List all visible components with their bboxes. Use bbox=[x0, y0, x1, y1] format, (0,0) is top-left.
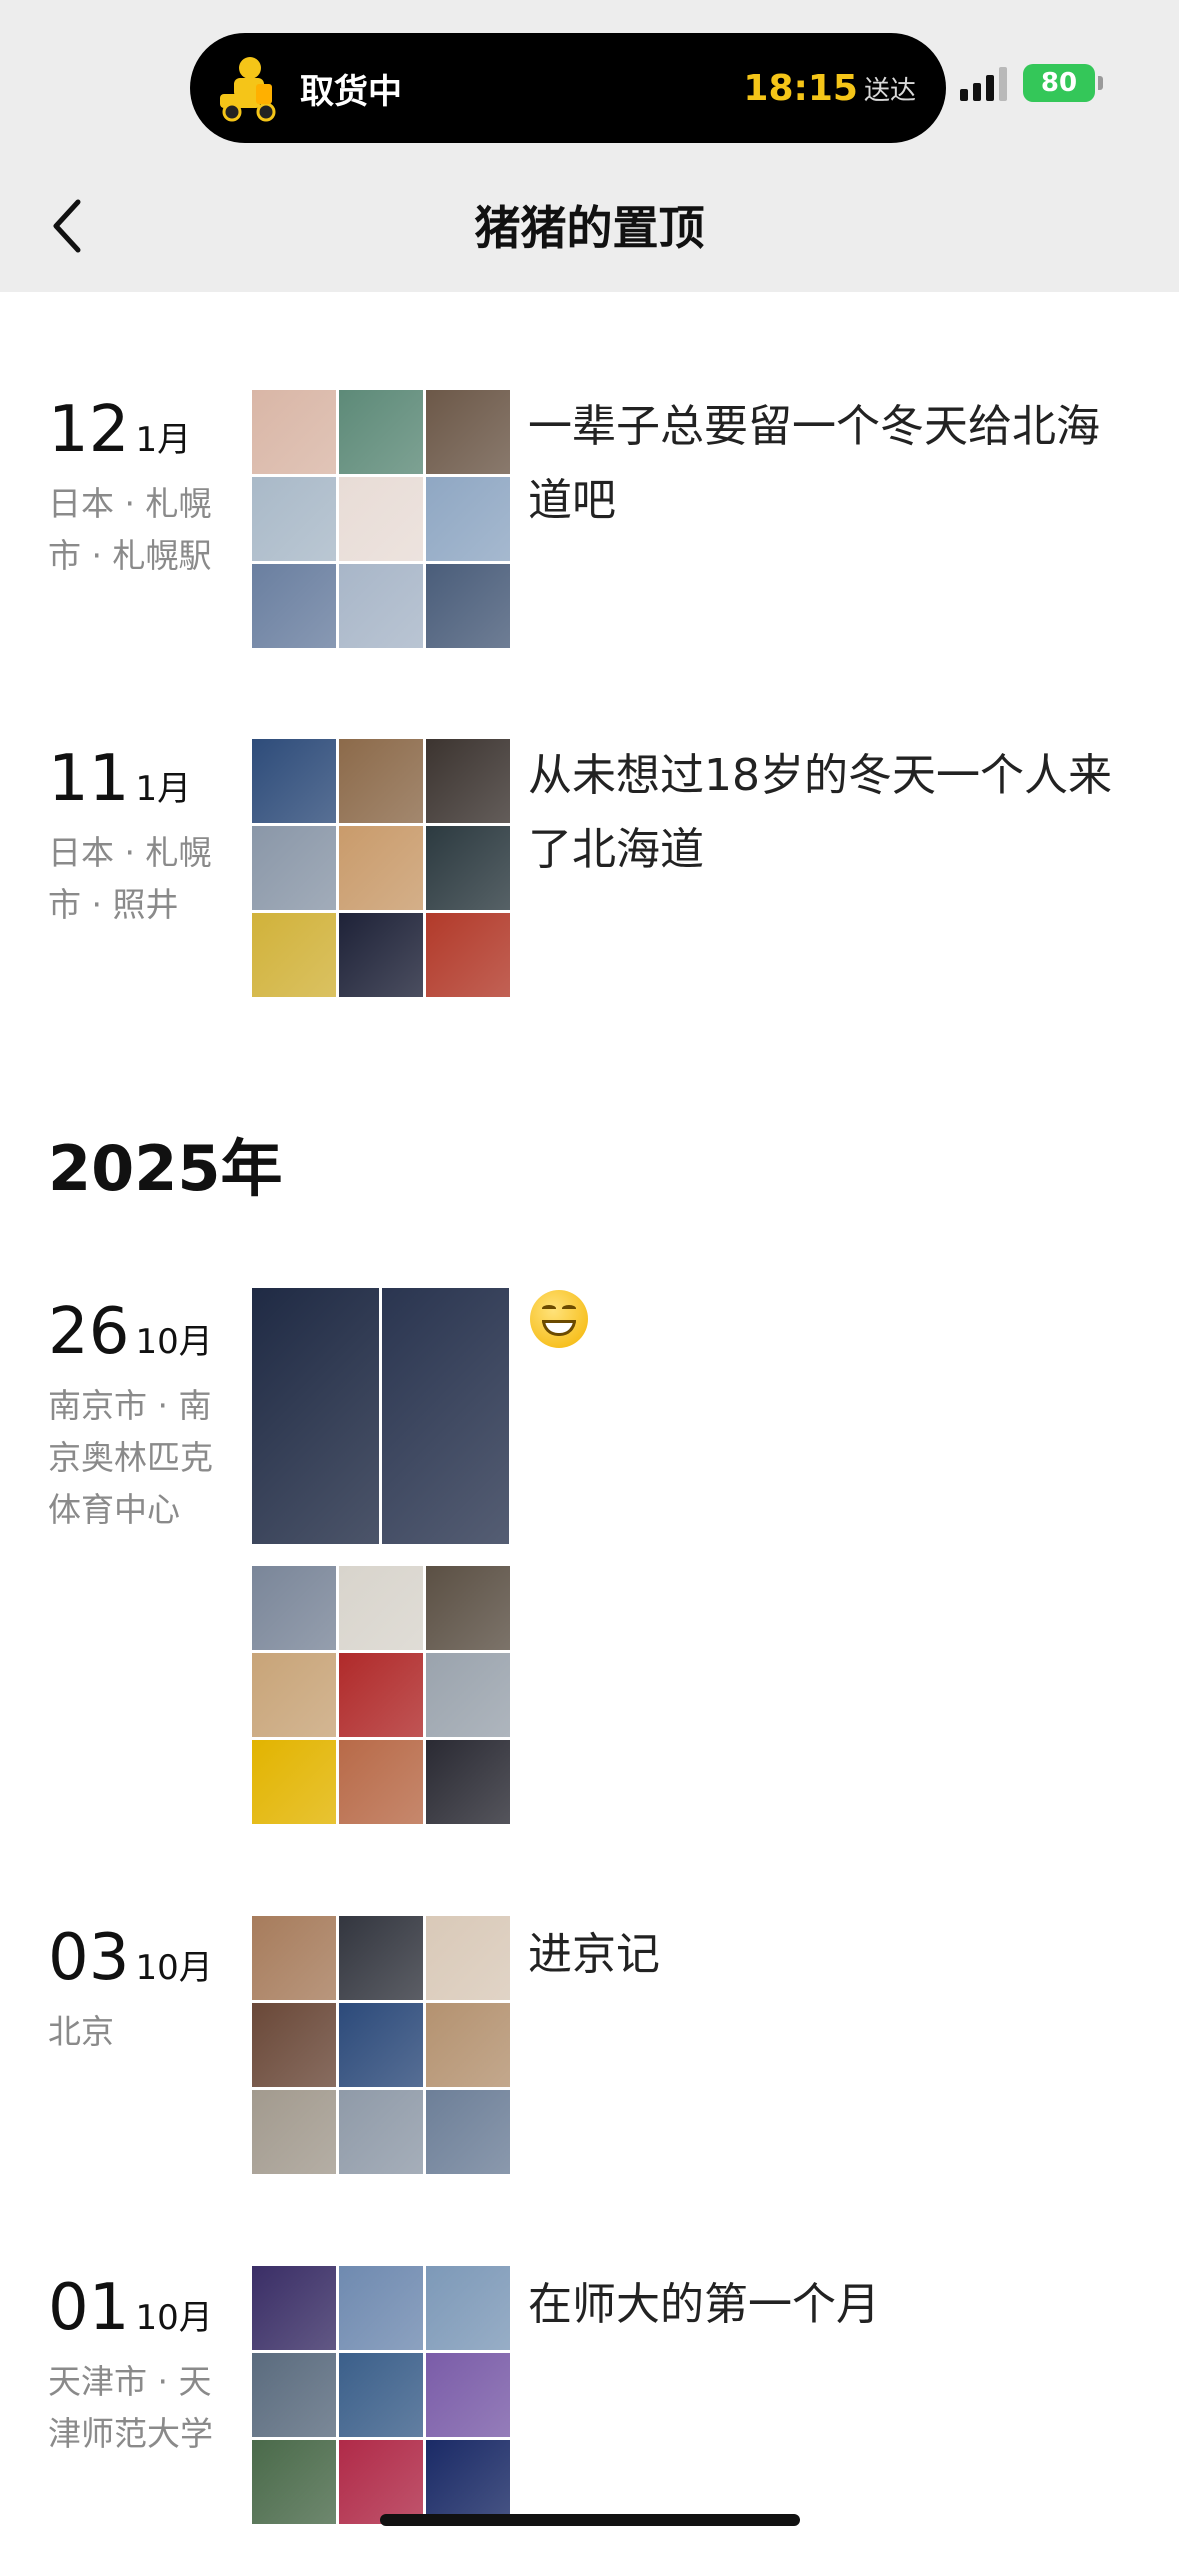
photo-thumbnail[interactable] bbox=[339, 564, 423, 648]
entry-location: 天津市 · 天津师范大学 bbox=[48, 2362, 213, 2453]
photo-grid[interactable] bbox=[252, 1916, 510, 2174]
status-indicators: 80 bbox=[960, 64, 1103, 102]
live-activity-island[interactable]: 取货中 18:15 送达 bbox=[190, 33, 946, 143]
photo-thumbnail[interactable] bbox=[252, 1566, 336, 1650]
photo-thumbnail[interactable] bbox=[252, 1740, 336, 1824]
photo-thumbnail[interactable] bbox=[252, 2440, 336, 2524]
entry-month: 10月 bbox=[135, 2298, 213, 2338]
photo-thumbnail[interactable] bbox=[426, 2090, 510, 2174]
photo-thumbnail[interactable] bbox=[426, 913, 510, 997]
delivery-suffix: 送达 bbox=[863, 75, 916, 106]
photo-thumbnail[interactable] bbox=[339, 2090, 423, 2174]
entry-date: 11 1月 bbox=[48, 747, 191, 811]
battery-tip bbox=[1098, 76, 1103, 90]
photo-thumbnail[interactable] bbox=[426, 2266, 510, 2350]
photo-thumbnail[interactable] bbox=[252, 2353, 336, 2437]
photo-thumbnail[interactable] bbox=[426, 564, 510, 648]
photo-thumbnail[interactable] bbox=[339, 2266, 423, 2350]
photo-thumbnail[interactable] bbox=[252, 1653, 336, 1737]
photo-thumbnail[interactable] bbox=[252, 826, 336, 910]
photo-thumbnail[interactable] bbox=[339, 2003, 423, 2087]
photo-thumbnail[interactable] bbox=[426, 2440, 510, 2524]
courier-icon bbox=[220, 54, 282, 122]
photo-thumbnail[interactable] bbox=[426, 739, 510, 823]
photo-thumbnail[interactable] bbox=[252, 1916, 336, 2000]
home-indicator[interactable] bbox=[380, 2514, 800, 2526]
app-screen: 取货中 18:15 送达 80 猪猪的置顶 12 1月 日本 · 札幌市 · 札幌… bbox=[0, 0, 1179, 2556]
photo-thumbnail[interactable] bbox=[382, 1288, 509, 1544]
photo-thumbnail[interactable] bbox=[426, 1916, 510, 2000]
photo-thumbnail[interactable] bbox=[339, 2353, 423, 2437]
entry-date: 01 10月 bbox=[48, 2276, 213, 2340]
photo-grid[interactable] bbox=[252, 739, 510, 997]
photo-thumbnail[interactable] bbox=[339, 1916, 423, 2000]
year-header: 2025年 bbox=[48, 1132, 283, 1205]
photo-thumbnail[interactable] bbox=[252, 1288, 379, 1544]
photo-thumbnail[interactable] bbox=[252, 913, 336, 997]
photo-thumbnail[interactable] bbox=[339, 1653, 423, 1737]
entry-location: 日本 · 札幌市 · 札幌駅 bbox=[48, 484, 212, 575]
photo-thumbnail[interactable] bbox=[426, 826, 510, 910]
grinning-face-icon bbox=[530, 1290, 588, 1348]
entry-month: 10月 bbox=[135, 1948, 213, 1988]
photo-thumbnail[interactable] bbox=[339, 2440, 423, 2524]
entry-day: 11 bbox=[48, 742, 130, 816]
header: 取货中 18:15 送达 80 猪猪的置顶 bbox=[0, 0, 1179, 292]
battery-level: 80 bbox=[1040, 68, 1078, 98]
entry-caption: 进京记 bbox=[528, 1929, 660, 1980]
photo-thumbnail[interactable] bbox=[339, 1566, 423, 1650]
photo-thumbnail[interactable] bbox=[339, 826, 423, 910]
entry-location: 日本 · 札幌市 · 照井 bbox=[48, 833, 212, 924]
entry-caption: 一辈子总要留一个冬天给北海道吧 bbox=[528, 401, 1100, 526]
entry-date: 12 1月 bbox=[48, 398, 191, 462]
photo-thumbnail[interactable] bbox=[426, 2003, 510, 2087]
photo-thumbnail[interactable] bbox=[426, 1566, 510, 1650]
photo-grid[interactable] bbox=[252, 2266, 510, 2524]
entry-date: 26 10月 bbox=[48, 1300, 213, 1364]
photo-grid[interactable] bbox=[252, 1566, 510, 1824]
photo-thumbnail[interactable] bbox=[339, 390, 423, 474]
entry-day: 01 bbox=[48, 2271, 130, 2345]
photo-thumbnail[interactable] bbox=[426, 477, 510, 561]
photo-thumbnail[interactable] bbox=[339, 1740, 423, 1824]
photo-thumbnail[interactable] bbox=[426, 1653, 510, 1737]
photo-thumbnail[interactable] bbox=[252, 2003, 336, 2087]
entry-location: 南京市 · 南京奥林匹克体育中心 bbox=[48, 1386, 213, 1529]
entry-location: 北京 bbox=[48, 2012, 114, 2051]
page-title: 猪猪的置顶 bbox=[474, 201, 705, 255]
photo-grid[interactable] bbox=[252, 1288, 510, 1544]
photo-thumbnail[interactable] bbox=[252, 564, 336, 648]
photo-grid[interactable] bbox=[252, 390, 510, 648]
photo-thumbnail[interactable] bbox=[339, 477, 423, 561]
entry-caption: 在师大的第一个月 bbox=[528, 2279, 880, 2330]
photo-thumbnail[interactable] bbox=[252, 739, 336, 823]
entry-month: 10月 bbox=[135, 1322, 213, 1362]
photo-thumbnail[interactable] bbox=[426, 390, 510, 474]
entry-caption: 从未想过18岁的冬天一个人来了北海道 bbox=[528, 750, 1112, 875]
entry-day: 03 bbox=[48, 1921, 130, 1995]
battery-icon: 80 bbox=[1023, 64, 1095, 102]
signal-icon bbox=[960, 65, 1007, 101]
photo-thumbnail[interactable] bbox=[339, 913, 423, 997]
photo-thumbnail[interactable] bbox=[339, 739, 423, 823]
photo-thumbnail[interactable] bbox=[426, 2353, 510, 2437]
entry-day: 12 bbox=[48, 393, 130, 467]
photo-thumbnail[interactable] bbox=[252, 390, 336, 474]
entry-month: 1月 bbox=[135, 769, 192, 809]
entry-day: 26 bbox=[48, 1295, 130, 1369]
delivery-time: 18:15 bbox=[743, 67, 858, 109]
photo-thumbnail[interactable] bbox=[252, 2090, 336, 2174]
entry-date: 03 10月 bbox=[48, 1926, 213, 1990]
photo-thumbnail[interactable] bbox=[252, 2266, 336, 2350]
photo-thumbnail[interactable] bbox=[252, 477, 336, 561]
activity-label: 取货中 bbox=[300, 71, 402, 112]
photo-thumbnail[interactable] bbox=[426, 1740, 510, 1824]
entry-month: 1月 bbox=[135, 420, 192, 460]
